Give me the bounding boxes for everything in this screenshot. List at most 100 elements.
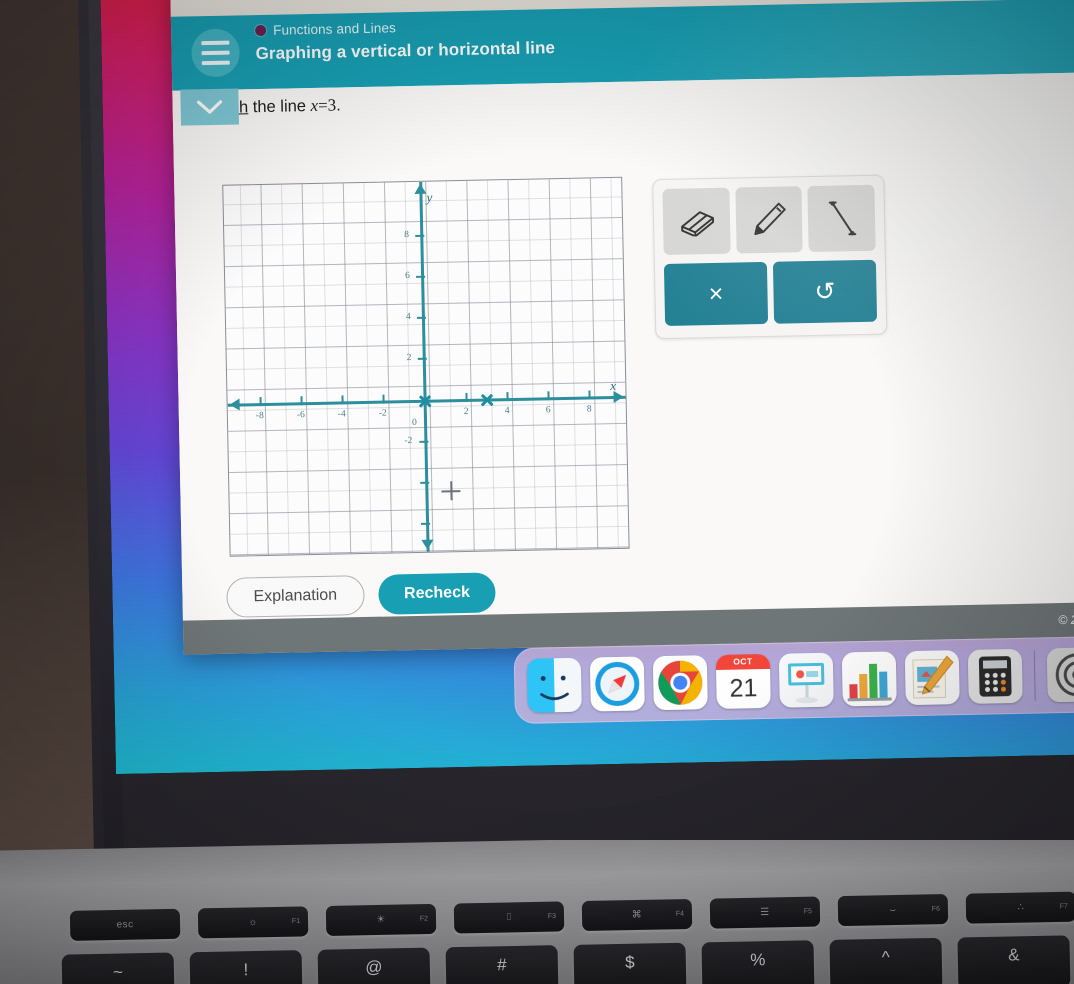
key-fnum: F1 (291, 917, 301, 926)
page-title: Graphing a vertical or horizontal line (255, 38, 556, 64)
key-glyph: ∴ (1017, 902, 1025, 914)
coordinate-plane[interactable]: x y -8 -6 -4 -2 2 4 6 8 8 6 4 2 -2 0 (222, 176, 630, 557)
key-glyph: # (496, 955, 507, 975)
topic-label: Functions and Lines (272, 20, 396, 38)
key-fnum: F6 (931, 905, 941, 913)
pencil-tool-button[interactable] (735, 186, 804, 254)
y-tick (417, 357, 427, 360)
numbers-icon[interactable] (841, 651, 897, 707)
explanation-button[interactable]: Explanation (226, 575, 365, 618)
pages-document-pen-glyph (912, 655, 954, 699)
y-tick-label: 2 (406, 353, 412, 364)
key-glyph: & (1007, 945, 1020, 965)
eraser-icon (681, 211, 715, 237)
line-tool-button[interactable] (807, 184, 876, 253)
dock-separator (1033, 650, 1036, 701)
tool-row-primary (662, 184, 876, 255)
key-glyph: ! (243, 960, 249, 980)
key-tilde[interactable]: ~ (61, 952, 175, 984)
recheck-button[interactable]: Recheck (377, 572, 497, 615)
key-fnum: F4 (675, 910, 685, 918)
x-tick (300, 396, 303, 406)
key-glyph: ☀ (376, 914, 386, 926)
chevron-down-icon[interactable] (180, 88, 240, 126)
x-tick-label: -4 (337, 409, 346, 420)
drawing-tool-palette: × ↺ (652, 174, 888, 340)
keynote-podium-glyph (787, 662, 825, 704)
key-fnum: F7 (1059, 903, 1068, 911)
key-f1[interactable]: ☼ F1 (197, 906, 309, 939)
origin-label: 0 (411, 417, 417, 429)
y-tick (421, 522, 431, 525)
hamburger-menu-icon[interactable] (191, 28, 241, 78)
hamburger-bar (201, 40, 230, 46)
undo-tool-button[interactable]: ↺ (772, 259, 878, 324)
calendar-icon[interactable]: OCT 21 (715, 653, 771, 709)
browser-window: Functions and Lines Graphing a vertical … (170, 0, 1074, 655)
numbers-bar-chart-glyph (847, 663, 892, 702)
key-esc[interactable]: esc (69, 908, 181, 941)
key-at[interactable]: @ (317, 947, 431, 984)
key-exclaim[interactable]: ! (189, 950, 303, 984)
y-axis-label: y (426, 189, 433, 205)
copyright-text: © 2024 McGraw H (1057, 611, 1074, 628)
finder-icon[interactable] (526, 657, 582, 713)
key-glyph: ⌘ (631, 909, 643, 921)
hamburger-bar (201, 50, 230, 56)
y-tick-label: 4 (405, 312, 411, 323)
y-tick (416, 316, 426, 319)
y-axis-arrow-down-icon (421, 539, 434, 550)
macos-dock: OCT 21 (513, 635, 1074, 725)
key-f5[interactable]: ☰ F5 (709, 896, 821, 929)
y-tick (420, 481, 430, 484)
key-glyph: % (750, 950, 766, 970)
y-tick-label: 8 (404, 230, 410, 241)
key-f6[interactable]: ⌣ F6 (837, 894, 949, 927)
close-icon: × (708, 279, 724, 308)
x-tick (259, 397, 262, 407)
x-axis-label: x (610, 377, 617, 394)
calendar-day: 21 (729, 674, 758, 703)
pages-icon[interactable] (904, 650, 960, 706)
key-caret[interactable]: ^ (829, 937, 943, 984)
key-fnum: F2 (419, 915, 429, 923)
key-f4[interactable]: ⌘ F4 (581, 898, 693, 932)
x-axis-arrow-left-icon (229, 398, 240, 411)
header-text-block: Functions and Lines Graphing a vertical … (255, 17, 555, 64)
key-glyph: ☼ (248, 916, 259, 928)
y-axis-arrow-up-icon (414, 183, 427, 194)
plotted-point-marker[interactable] (417, 394, 432, 409)
key-percent[interactable]: % (701, 940, 815, 984)
key-glyph: $ (624, 952, 635, 972)
clear-tool-button[interactable]: × (663, 261, 769, 326)
key-f3[interactable]: ⌷ F3 (453, 901, 565, 934)
key-glyph: @ (365, 957, 383, 977)
calendar-month: OCT (715, 653, 771, 670)
x-tick-label: 6 (545, 405, 551, 416)
key-f7[interactable]: ∴ F7 (965, 891, 1074, 924)
y-tick-label: -2 (404, 436, 413, 447)
key-fnum: F5 (803, 908, 813, 916)
key-ampersand[interactable]: & (957, 935, 1071, 984)
partial-app-icon[interactable] (1046, 647, 1074, 703)
chevron-down-glyph (196, 99, 223, 114)
eraser-tool-button[interactable] (662, 187, 731, 255)
plotted-point-marker[interactable] (479, 392, 494, 407)
hamburger-bar (201, 60, 230, 66)
x-tick-label: 4 (504, 406, 510, 417)
key-hash[interactable]: # (445, 945, 559, 984)
key-f2[interactable]: ☀ F2 (325, 903, 437, 936)
photo-of-laptop-screen: Functions and Lines Graphing a vertical … (0, 0, 1074, 984)
key-glyph: ⌷ (505, 911, 513, 924)
key-glyph: ⌣ (889, 904, 897, 916)
equation-equals: = (317, 95, 328, 115)
chrome-icon[interactable] (652, 655, 708, 711)
safari-icon[interactable] (589, 656, 645, 712)
x-tick-label: -2 (378, 408, 387, 419)
x-tick-label: -6 (296, 410, 305, 421)
calculator-icon[interactable] (967, 648, 1023, 704)
keynote-icon[interactable] (778, 652, 834, 708)
pencil-icon (754, 202, 786, 236)
question-content-area: aph the line x=3. (172, 70, 1074, 621)
key-dollar[interactable]: $ (573, 942, 687, 984)
